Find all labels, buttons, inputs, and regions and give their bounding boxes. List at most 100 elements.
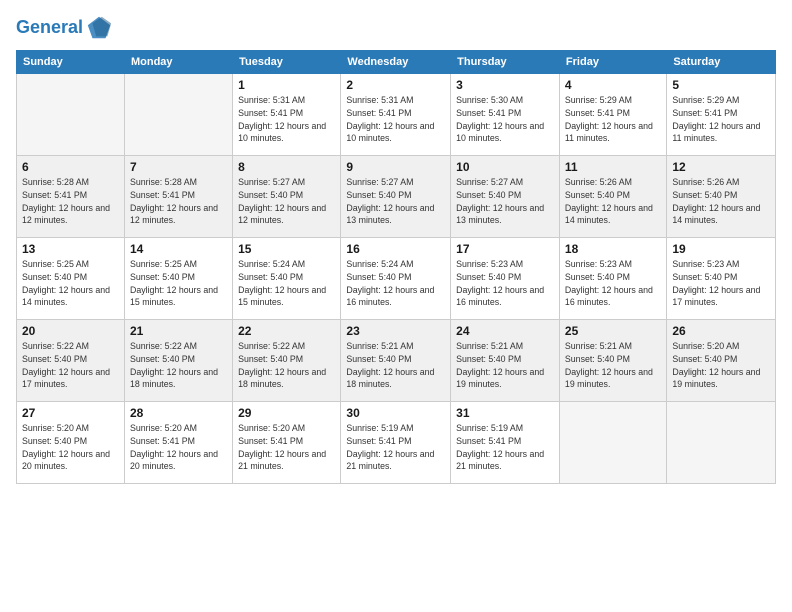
calendar-cell: 1 Sunrise: 5:31 AMSunset: 5:41 PMDaylight… [233, 74, 341, 156]
day-number: 6 [22, 160, 119, 174]
calendar-cell: 15Sunrise: 5:24 AMSunset: 5:40 PMDayligh… [233, 238, 341, 320]
weekday-header-sunday: Sunday [17, 51, 125, 74]
calendar-cell: 24 Sunrise: 5:21 AMSunset: 5:40 PMDayligh… [451, 320, 560, 402]
day-info: Sunrise: 5:20 AMSunset: 5:40 PMDaylight:… [22, 422, 119, 473]
day-number: 20 [22, 324, 119, 338]
day-number: 17 [456, 242, 554, 256]
day-info: Sunrise: 5:23 AMSunset: 5:40 PMDaylight:… [672, 258, 770, 309]
calendar-cell: 19 Sunrise: 5:23 AMSunset: 5:40 PMDayligh… [667, 238, 776, 320]
weekday-header-tuesday: Tuesday [233, 51, 341, 74]
day-number: 4 [565, 78, 661, 92]
day-info: Sunrise: 5:25 AMSunset: 5:40 PMDaylight:… [22, 258, 119, 309]
day-info: Sunrise: 5:28 AMSunset: 5:41 PMDaylight:… [22, 176, 119, 227]
weekday-header-thursday: Thursday [451, 51, 560, 74]
calendar-cell: 22 Sunrise: 5:22 AMSunset: 5:40 PMDayligh… [233, 320, 341, 402]
logo-icon [85, 14, 113, 42]
day-info: Sunrise: 5:21 AMSunset: 5:40 PMDaylight:… [346, 340, 445, 391]
day-info: Sunrise: 5:24 AMSunset: 5:40 PMDaylight:… [346, 258, 445, 309]
day-info: Sunrise: 5:30 AMSunset: 5:41 PMDaylight:… [456, 94, 554, 145]
weekday-header-friday: Friday [559, 51, 666, 74]
day-number: 7 [130, 160, 227, 174]
day-number: 28 [130, 406, 227, 420]
day-number: 3 [456, 78, 554, 92]
calendar-cell: 20 Sunrise: 5:22 AMSunset: 5:40 PMDayligh… [17, 320, 125, 402]
calendar-cell [667, 402, 776, 484]
day-number: 10 [456, 160, 554, 174]
calendar-cell: 7 Sunrise: 5:28 AMSunset: 5:41 PMDaylight… [124, 156, 232, 238]
calendar-cell: 5Sunrise: 5:29 AMSunset: 5:41 PMDaylight… [667, 74, 776, 156]
calendar-cell: 26 Sunrise: 5:20 AMSunset: 5:40 PMDayligh… [667, 320, 776, 402]
calendar-cell: 29 Sunrise: 5:20 AMSunset: 5:41 PMDayligh… [233, 402, 341, 484]
calendar-cell [124, 74, 232, 156]
calendar-week-row: 27 Sunrise: 5:20 AMSunset: 5:40 PMDayligh… [17, 402, 776, 484]
calendar-table: SundayMondayTuesdayWednesdayThursdayFrid… [16, 50, 776, 484]
calendar-cell: 30 Sunrise: 5:19 AMSunset: 5:41 PMDayligh… [341, 402, 451, 484]
day-info: Sunrise: 5:20 AMSunset: 5:41 PMDaylight:… [130, 422, 227, 473]
day-number: 2 [346, 78, 445, 92]
day-info: Sunrise: 5:20 AMSunset: 5:40 PMDaylight:… [672, 340, 770, 391]
calendar-cell: 10 Sunrise: 5:27 AMSunset: 5:40 PMDayligh… [451, 156, 560, 238]
calendar-cell: 8 Sunrise: 5:27 AMSunset: 5:40 PMDaylight… [233, 156, 341, 238]
weekday-header-row: SundayMondayTuesdayWednesdayThursdayFrid… [17, 51, 776, 74]
calendar-cell: 17 Sunrise: 5:23 AMSunset: 5:40 PMDayligh… [451, 238, 560, 320]
day-number: 16 [346, 242, 445, 256]
calendar-cell: 16 Sunrise: 5:24 AMSunset: 5:40 PMDayligh… [341, 238, 451, 320]
day-info: Sunrise: 5:28 AMSunset: 5:41 PMDaylight:… [130, 176, 227, 227]
day-number: 21 [130, 324, 227, 338]
calendar-cell: 2Sunrise: 5:31 AMSunset: 5:41 PMDaylight… [341, 74, 451, 156]
day-number: 22 [238, 324, 335, 338]
day-number: 26 [672, 324, 770, 338]
weekday-header-saturday: Saturday [667, 51, 776, 74]
calendar-week-row: 6 Sunrise: 5:28 AMSunset: 5:41 PMDaylight… [17, 156, 776, 238]
calendar-week-row: 20 Sunrise: 5:22 AMSunset: 5:40 PMDayligh… [17, 320, 776, 402]
day-info: Sunrise: 5:20 AMSunset: 5:41 PMDaylight:… [238, 422, 335, 473]
calendar-cell: 25Sunrise: 5:21 AMSunset: 5:40 PMDayligh… [559, 320, 666, 402]
calendar-cell: 18Sunrise: 5:23 AMSunset: 5:40 PMDayligh… [559, 238, 666, 320]
calendar-cell: 31Sunrise: 5:19 AMSunset: 5:41 PMDayligh… [451, 402, 560, 484]
day-number: 27 [22, 406, 119, 420]
calendar-cell: 28 Sunrise: 5:20 AMSunset: 5:41 PMDayligh… [124, 402, 232, 484]
day-info: Sunrise: 5:22 AMSunset: 5:40 PMDaylight:… [22, 340, 119, 391]
day-info: Sunrise: 5:23 AMSunset: 5:40 PMDaylight:… [456, 258, 554, 309]
calendar-cell: 13 Sunrise: 5:25 AMSunset: 5:40 PMDayligh… [17, 238, 125, 320]
calendar-cell: 3 Sunrise: 5:30 AMSunset: 5:41 PMDaylight… [451, 74, 560, 156]
day-number: 1 [238, 78, 335, 92]
header: General [16, 10, 776, 42]
day-number: 30 [346, 406, 445, 420]
day-info: Sunrise: 5:25 AMSunset: 5:40 PMDaylight:… [130, 258, 227, 309]
weekday-header-wednesday: Wednesday [341, 51, 451, 74]
day-number: 23 [346, 324, 445, 338]
calendar-cell: 4Sunrise: 5:29 AMSunset: 5:41 PMDaylight… [559, 74, 666, 156]
day-number: 13 [22, 242, 119, 256]
calendar-cell: 9Sunrise: 5:27 AMSunset: 5:40 PMDaylight… [341, 156, 451, 238]
calendar-week-row: 1 Sunrise: 5:31 AMSunset: 5:41 PMDaylight… [17, 74, 776, 156]
day-info: Sunrise: 5:19 AMSunset: 5:41 PMDaylight:… [346, 422, 445, 473]
day-info: Sunrise: 5:27 AMSunset: 5:40 PMDaylight:… [456, 176, 554, 227]
weekday-header-monday: Monday [124, 51, 232, 74]
logo: General [16, 14, 113, 42]
day-info: Sunrise: 5:22 AMSunset: 5:40 PMDaylight:… [130, 340, 227, 391]
calendar-week-row: 13 Sunrise: 5:25 AMSunset: 5:40 PMDayligh… [17, 238, 776, 320]
calendar-cell: 23 Sunrise: 5:21 AMSunset: 5:40 PMDayligh… [341, 320, 451, 402]
day-info: Sunrise: 5:27 AMSunset: 5:40 PMDaylight:… [346, 176, 445, 227]
day-number: 5 [672, 78, 770, 92]
logo-text: General [16, 18, 83, 38]
day-number: 14 [130, 242, 227, 256]
calendar-cell: 12Sunrise: 5:26 AMSunset: 5:40 PMDayligh… [667, 156, 776, 238]
day-number: 8 [238, 160, 335, 174]
day-number: 29 [238, 406, 335, 420]
day-info: Sunrise: 5:21 AMSunset: 5:40 PMDaylight:… [456, 340, 554, 391]
day-info: Sunrise: 5:31 AMSunset: 5:41 PMDaylight:… [238, 94, 335, 145]
calendar-page: General SundayMondayTuesdayWednesdayThur… [0, 0, 792, 612]
calendar-cell: 11Sunrise: 5:26 AMSunset: 5:40 PMDayligh… [559, 156, 666, 238]
day-number: 31 [456, 406, 554, 420]
day-info: Sunrise: 5:24 AMSunset: 5:40 PMDaylight:… [238, 258, 335, 309]
day-number: 24 [456, 324, 554, 338]
calendar-cell: 27 Sunrise: 5:20 AMSunset: 5:40 PMDayligh… [17, 402, 125, 484]
day-info: Sunrise: 5:27 AMSunset: 5:40 PMDaylight:… [238, 176, 335, 227]
day-info: Sunrise: 5:22 AMSunset: 5:40 PMDaylight:… [238, 340, 335, 391]
calendar-cell: 21 Sunrise: 5:22 AMSunset: 5:40 PMDayligh… [124, 320, 232, 402]
day-number: 19 [672, 242, 770, 256]
calendar-cell [559, 402, 666, 484]
day-number: 25 [565, 324, 661, 338]
